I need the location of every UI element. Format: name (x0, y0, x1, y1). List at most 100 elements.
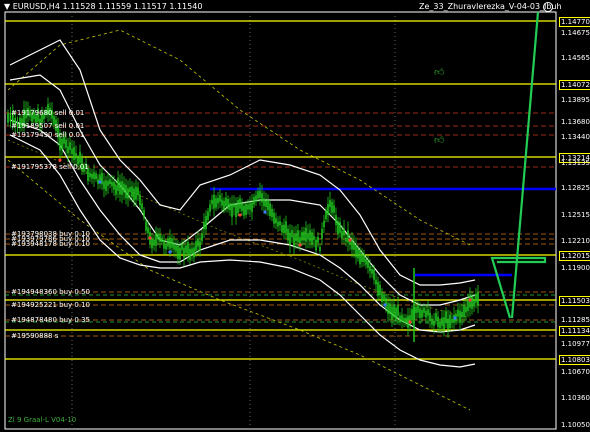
candle-body (347, 230, 349, 243)
candle-body (339, 222, 341, 233)
candle-body (173, 243, 175, 250)
candle-body (245, 203, 247, 215)
candle-body (267, 199, 269, 211)
candle-body (199, 241, 201, 251)
candle-body (303, 231, 305, 241)
price-tick-label: 1.12015 (559, 251, 590, 261)
candle-body (443, 317, 445, 330)
fractal-dot (408, 320, 412, 324)
candle-body (337, 221, 339, 235)
candle-body (421, 309, 423, 318)
candle-body (467, 299, 469, 311)
candle-body (137, 187, 139, 196)
candle-body (273, 212, 275, 224)
candle-body (243, 205, 245, 216)
thumbs-up-icon: 👍︎ (434, 67, 445, 78)
candle-body (207, 211, 209, 220)
fractal-dot (98, 180, 102, 184)
price-tick-label: 1.10670 (561, 368, 590, 376)
fractal-dot (148, 236, 152, 240)
candle-body (475, 293, 477, 303)
candle-body (211, 199, 213, 205)
fractal-dot (168, 250, 172, 254)
candle-body (73, 147, 75, 161)
projection-line (510, 11, 540, 319)
candle-body (431, 318, 433, 325)
candle-body (167, 238, 169, 247)
candle-body (209, 204, 211, 212)
candle-body (341, 230, 343, 239)
fractal-dot (58, 158, 62, 162)
indicator-footer: Zi 9 Graal-L V04-10 (8, 416, 77, 424)
chart-window[interactable]: ▼ EURUSD,H4 1.11528 1.11559 1.11517 1.11… (0, 0, 590, 432)
fractal-dot (298, 243, 302, 247)
candle-body (197, 238, 199, 247)
candle-body (289, 232, 291, 245)
candle-body (219, 195, 221, 202)
candle-body (105, 180, 107, 191)
candle-body (395, 307, 397, 322)
price-tick-label: 1.11134 (559, 326, 590, 336)
candle-body (203, 221, 205, 230)
candle-body (129, 187, 131, 192)
candle-body (473, 299, 475, 307)
candle-body (159, 233, 161, 243)
candle-body (225, 197, 227, 207)
candle-body (457, 309, 459, 317)
candle-body (223, 200, 225, 210)
price-tick-label: 1.13895 (561, 96, 590, 104)
candle-body (179, 247, 181, 260)
order-label: #194925221 buy 0.10 (11, 301, 91, 309)
smiley-icon[interactable] (543, 2, 553, 12)
candle-body (155, 232, 157, 246)
outer-band-lower (7, 159, 471, 411)
candle-body (193, 247, 195, 258)
candle-body (429, 312, 431, 321)
price-tick-label: 1.14565 (561, 54, 590, 62)
candle-body (399, 315, 401, 323)
candle-body (437, 316, 439, 328)
candle-body (277, 221, 279, 227)
candle-body (95, 173, 97, 180)
price-tick-label: 1.12210 (561, 237, 590, 245)
candle-body (201, 233, 203, 242)
candle-body (217, 197, 219, 204)
candle-body (417, 305, 419, 313)
candle-body (329, 200, 331, 208)
candle-body (67, 146, 69, 154)
order-label: #19590888 s (11, 332, 59, 340)
candle-body (177, 245, 179, 260)
price-tick-label: 1.14072 (559, 80, 590, 90)
candle-body (231, 203, 233, 218)
candle-body (291, 230, 293, 238)
fractal-dot (348, 238, 352, 242)
candle-body (111, 181, 113, 187)
candle-body (313, 235, 315, 240)
candle-body (311, 232, 313, 245)
candle-body (297, 230, 299, 243)
candle-body (397, 305, 399, 316)
candle-body (107, 180, 109, 186)
candle-body (375, 279, 377, 285)
price-tick-label: 1.13135 (561, 159, 590, 167)
candle-body (391, 306, 393, 320)
candle-body (389, 303, 391, 315)
candle-body (141, 203, 143, 210)
candle-body (75, 153, 77, 159)
candle-body (377, 281, 379, 296)
candle-body (187, 242, 189, 256)
price-chart[interactable] (0, 0, 590, 432)
candle-body (131, 186, 133, 197)
candle-body (153, 239, 155, 246)
price-tick-label: 1.10977 (561, 340, 590, 348)
candle-body (257, 191, 259, 199)
candle-body (285, 221, 287, 234)
order-label: #194948360 buy 0.50 (11, 288, 91, 296)
price-tick-label: 1.12825 (561, 184, 590, 192)
candle-body (165, 244, 167, 250)
candle-body (123, 183, 125, 193)
candle-body (439, 322, 441, 329)
symbol-info: ▼ EURUSD,H4 1.11528 1.11559 1.11517 1.11… (4, 2, 203, 11)
candle-body (255, 195, 257, 201)
candle-body (385, 297, 387, 309)
